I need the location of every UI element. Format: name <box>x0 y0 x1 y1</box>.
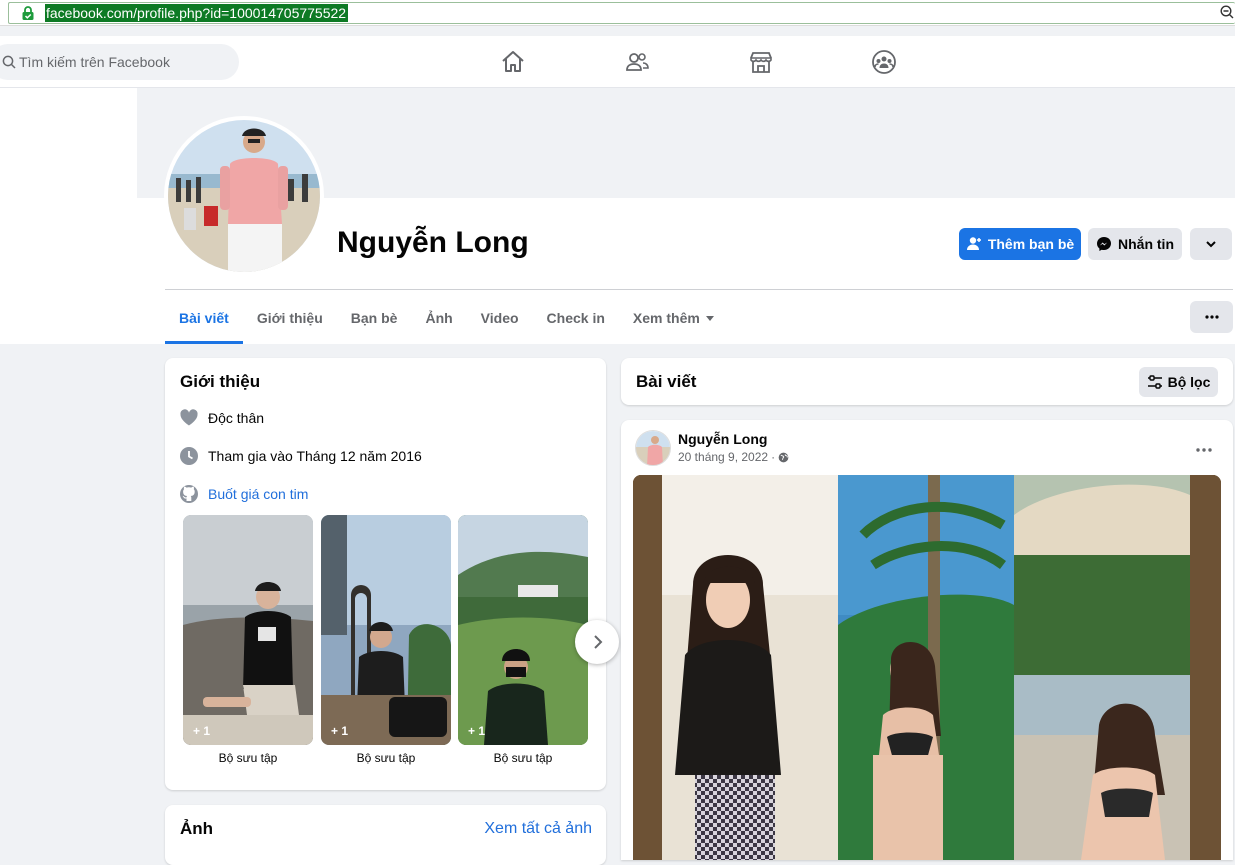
header-divider <box>165 289 1233 290</box>
filter-label: Bộ lọc <box>1167 374 1211 390</box>
search-input[interactable]: Tìm kiếm trên Facebook <box>19 54 170 70</box>
post-author-photo <box>636 431 670 465</box>
filter-icon <box>1147 375 1162 389</box>
filter-button[interactable]: Bộ lọc <box>1139 367 1218 397</box>
intro-card: Giới thiệu Độc thân Tham gia vào Tháng 1… <box>165 358 619 790</box>
friends-icon[interactable] <box>624 49 650 75</box>
heart-icon <box>180 409 198 426</box>
collection-card[interactable]: + 1 <box>458 515 588 745</box>
avatar[interactable] <box>164 116 324 276</box>
tab-checkins[interactable]: Check in <box>533 296 619 344</box>
caret-down-icon <box>705 316 714 321</box>
post-card: Nguyễn Long 20 tháng 9, 2022 · <box>621 420 1233 860</box>
collection-photo <box>458 515 588 745</box>
collection-card[interactable]: + 1 <box>183 515 313 745</box>
more-dots-icon <box>1204 315 1219 319</box>
profile-more-button[interactable] <box>1190 228 1232 260</box>
tab-posts[interactable]: Bài viết <box>165 296 243 344</box>
photos-card: Ảnh Xem tất cả ảnh <box>165 805 606 865</box>
joined-text: Tham gia vào Tháng 12 năm 2016 <box>208 448 422 464</box>
collection-label[interactable]: Bộ sưu tập <box>183 751 313 765</box>
tab-more[interactable]: Xem thêm <box>619 296 728 344</box>
relationship-row: Độc thân <box>179 408 264 428</box>
relationship-text: Độc thân <box>208 410 265 426</box>
collection-card[interactable]: + 1 <box>321 515 451 745</box>
collection-photo <box>321 515 451 745</box>
search-box[interactable]: Tìm kiếm trên Facebook <box>0 44 239 80</box>
collection-count: + 1 <box>331 724 349 738</box>
post-author-name[interactable]: Nguyễn Long <box>678 431 767 447</box>
zoom-out-icon[interactable] <box>1220 5 1234 19</box>
post-meta: 20 tháng 9, 2022 · <box>678 450 789 464</box>
tabs-more-button[interactable] <box>1190 301 1233 333</box>
groups-icon[interactable] <box>871 49 897 75</box>
chevron-down-icon <box>1206 241 1216 248</box>
tab-videos[interactable]: Video <box>467 296 533 344</box>
home-icon[interactable] <box>500 49 526 75</box>
collections-next-button[interactable] <box>575 620 619 664</box>
chevron-right-icon <box>594 635 603 649</box>
lock-icon <box>22 6 34 20</box>
intro-title: Giới thiệu <box>180 372 261 391</box>
collection-photo <box>183 515 313 745</box>
add-friend-button[interactable]: Thêm bạn bè <box>959 228 1081 260</box>
tab-about[interactable]: Giới thiệu <box>243 296 337 344</box>
joined-row: Tham gia vào Tháng 12 năm 2016 <box>179 446 422 466</box>
collection-label[interactable]: Bộ sưu tập <box>458 751 588 765</box>
browser-url-bar[interactable]: facebook.com/profile.php?id=100014705775… <box>0 0 1235 26</box>
tab-more-label: Xem thêm <box>632 310 700 326</box>
github-link[interactable]: Buốt giá con tim <box>208 486 308 502</box>
profile-photo <box>168 120 320 272</box>
tab-friends[interactable]: Bạn bè <box>337 296 412 344</box>
url-text[interactable]: facebook.com/profile.php?id=100014705775… <box>45 4 349 22</box>
post-photo-collage <box>633 475 1221 860</box>
post-options-button[interactable] <box>1196 439 1212 457</box>
messenger-icon <box>1097 237 1111 251</box>
posts-title: Bài viết <box>636 372 697 391</box>
message-label: Nhắn tin <box>1118 236 1174 252</box>
profile-tabs: Bài viết Giới thiệu Bạn bè Ảnh Video Che… <box>165 296 728 344</box>
post-date[interactable]: 20 tháng 9, 2022 <box>678 450 768 464</box>
posts-header-card: Bài viết Bộ lọc <box>621 358 1233 405</box>
marketplace-icon[interactable] <box>748 49 774 75</box>
more-dots-icon <box>1196 448 1212 452</box>
collection-label[interactable]: Bộ sưu tập <box>321 751 451 765</box>
top-navigation: Tìm kiếm trên Facebook <box>0 36 1235 88</box>
message-button[interactable]: Nhắn tin <box>1088 228 1182 260</box>
meta-separator: · <box>771 450 776 464</box>
add-friend-label: Thêm bạn bè <box>987 236 1075 252</box>
add-friend-icon <box>966 237 981 250</box>
post-author-avatar[interactable] <box>635 430 671 466</box>
left-margin <box>0 88 137 344</box>
collection-count: + 1 <box>468 724 486 738</box>
tab-photos[interactable]: Ảnh <box>411 296 466 344</box>
github-icon <box>180 485 198 503</box>
clock-icon <box>180 447 198 465</box>
github-row: Buốt giá con tim <box>179 484 308 504</box>
post-image[interactable] <box>633 475 1221 860</box>
globe-icon <box>778 452 789 462</box>
collection-count: + 1 <box>193 724 211 738</box>
search-icon <box>2 55 16 69</box>
profile-name: Nguyễn Long <box>337 226 529 259</box>
see-all-photos-link[interactable]: Xem tất cả ảnh <box>484 820 592 838</box>
photos-title: Ảnh <box>180 819 214 838</box>
